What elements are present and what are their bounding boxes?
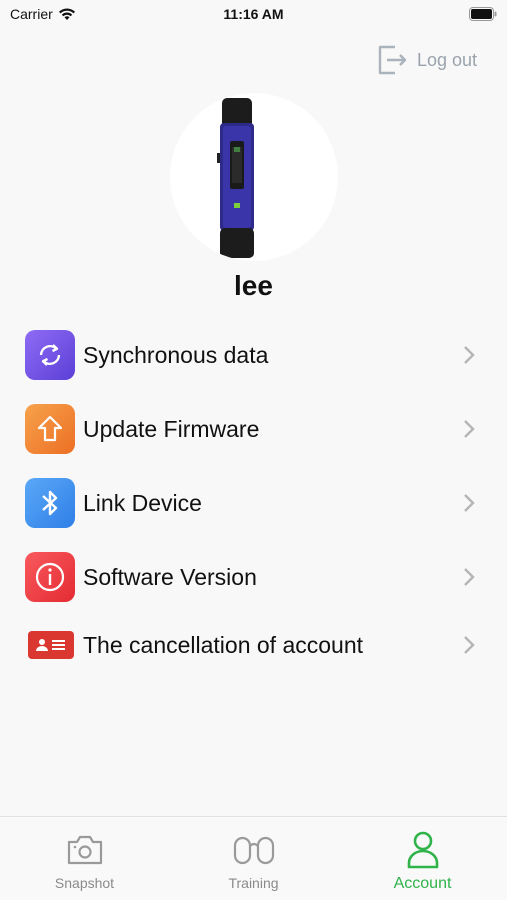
menu-item-label: The cancellation of account <box>83 631 364 658</box>
bluetooth-icon <box>25 478 75 528</box>
menu-item-label: Update Firmware <box>83 415 260 442</box>
device-image <box>217 98 254 258</box>
menu-item-label: Software Version <box>83 563 257 590</box>
chevron-right-icon <box>464 568 475 586</box>
username: lee <box>234 270 273 301</box>
menu-item-cancel-account[interactable]: The cancellation of account <box>25 619 485 671</box>
status-time: 11:16 AM <box>223 6 284 22</box>
battery-icon <box>469 7 497 21</box>
menu-item-update-firmware[interactable]: Update Firmware <box>25 403 485 455</box>
id-card-icon <box>28 631 74 659</box>
avatar[interactable] <box>170 93 338 261</box>
camera-icon <box>66 831 104 869</box>
logout-label: Log out <box>416 49 477 70</box>
menu-item-sync[interactable]: Synchronous data <box>25 329 485 381</box>
sync-icon <box>25 330 75 380</box>
tab-bar: Snapshot Training Account <box>0 816 507 900</box>
menu-item-label: Link Device <box>83 489 202 516</box>
tab-account[interactable]: Account <box>338 817 507 900</box>
logout-icon <box>378 45 407 75</box>
binoculars-icon <box>232 831 276 869</box>
tab-label: Snapshot <box>54 875 115 891</box>
chevron-right-icon <box>464 420 475 438</box>
menu-item-software-version[interactable]: Software Version <box>25 551 485 603</box>
tab-label: Account <box>393 875 452 892</box>
tab-label: Training <box>228 875 279 891</box>
logout-button[interactable]: Log out <box>375 42 477 78</box>
info-icon <box>25 552 75 602</box>
menu-item-label: Synchronous data <box>83 341 269 368</box>
status-bar: Carrier 11:16 AM <box>0 0 507 30</box>
chevron-right-icon <box>464 346 475 364</box>
menu-item-link-device[interactable]: Link Device <box>25 477 485 529</box>
chevron-right-icon <box>464 494 475 512</box>
tab-snapshot[interactable]: Snapshot <box>0 817 169 900</box>
person-icon <box>406 829 440 871</box>
tab-training[interactable]: Training <box>169 817 338 900</box>
upload-arrow-icon <box>25 404 75 454</box>
chevron-right-icon <box>464 636 475 654</box>
